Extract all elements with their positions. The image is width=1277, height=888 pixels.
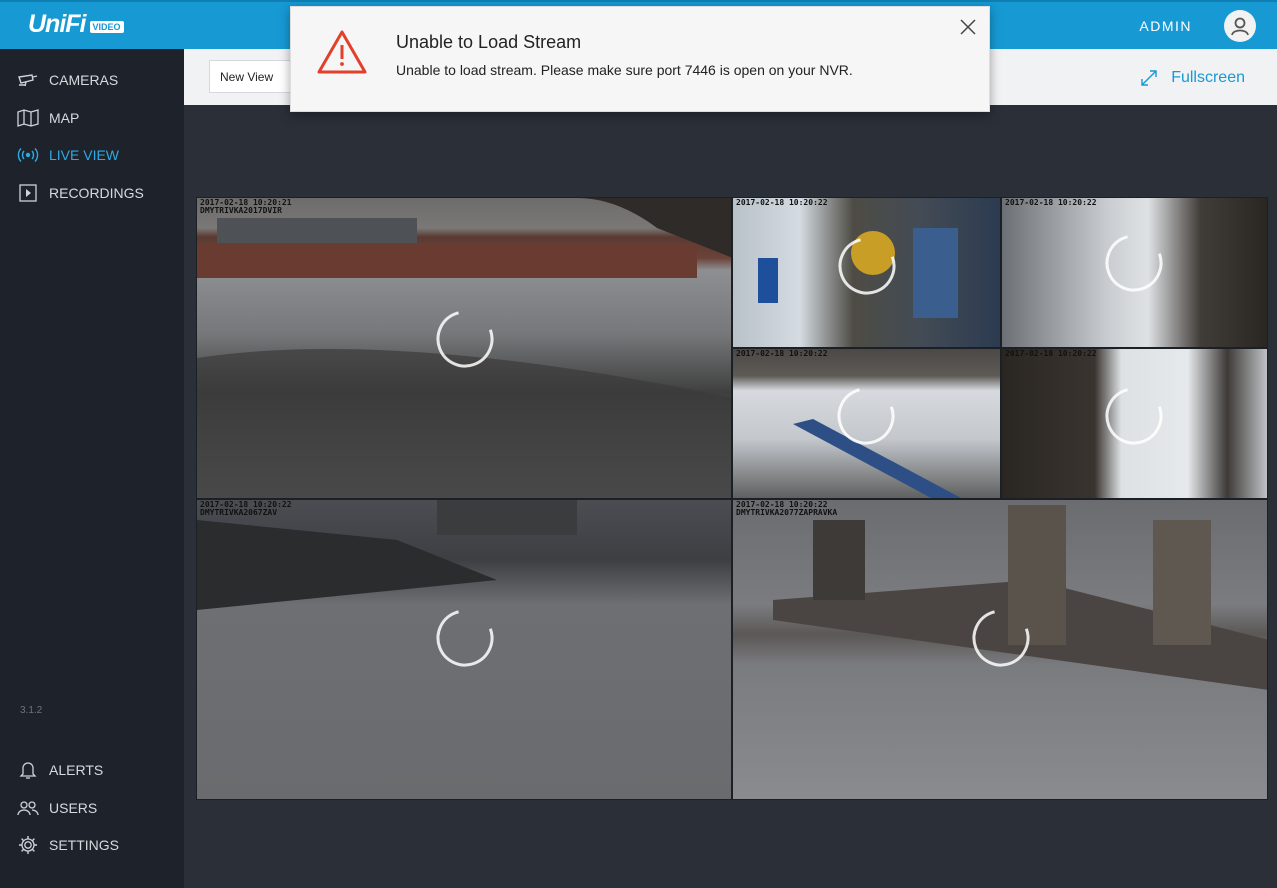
sidebar-item-label: SETTINGS [49, 837, 120, 853]
version-label: 3.1.2 [20, 705, 43, 716]
sidebar-item-label: CAMERAS [49, 72, 119, 88]
sidebar-item-alerts[interactable]: ALERTS [0, 755, 184, 785]
user-icon [1231, 17, 1249, 36]
sidebar-item-label: MAP [49, 110, 80, 126]
sidebar-item-cameras[interactable]: CAMERAS [0, 65, 184, 95]
camera-icon [17, 69, 39, 91]
camera-timestamp: 2017-02-18 10:20:22 DMYTRIVKA2067ZAV [200, 500, 292, 517]
camera-tile[interactable]: 2017-02-18 10:20:22 [1001, 197, 1268, 348]
sidebar-item-recordings[interactable]: RECORDINGS [0, 178, 184, 208]
play-icon [17, 182, 39, 204]
close-icon[interactable] [959, 18, 977, 36]
loading-spinner [971, 608, 1031, 668]
sidebar-item-label: USERS [49, 800, 98, 816]
map-icon [17, 107, 39, 129]
camera-timestamp: 2017-02-18 10:20:22 DMYTRIVKA2077ZAPRAVK… [736, 500, 838, 517]
user-name[interactable]: ADMIN [1139, 18, 1192, 34]
loading-spinner [435, 309, 495, 369]
sidebar-item-label: LIVE VIEW [49, 147, 120, 163]
users-icon [17, 797, 39, 819]
sidebar-item-map[interactable]: MAP [0, 103, 184, 133]
sidebar-item-live-view[interactable]: LIVE VIEW [0, 140, 184, 170]
camera-tile[interactable]: 2017-02-18 10:20:22 [732, 197, 1001, 348]
loading-spinner [1104, 386, 1164, 446]
dialog-message: Unable to load stream. Please make sure … [396, 62, 853, 78]
loading-spinner [837, 236, 897, 296]
warning-icon [317, 30, 367, 74]
camera-tile[interactable]: 2017-02-18 10:20:22 [732, 348, 1001, 499]
logo-badge: VIDEO [89, 20, 124, 33]
logo-text: UniFi [28, 10, 86, 38]
camera-timestamp: 2017-02-18 10:20:22 [736, 349, 828, 358]
camera-timestamp: 2017-02-18 10:20:21 DMYTRIVKA2017DVIR [200, 198, 292, 215]
sidebar-item-label: ALERTS [49, 762, 104, 778]
loading-spinner [435, 608, 495, 668]
camera-tile[interactable]: 2017-02-18 10:20:22 DMYTRIVKA2067ZAV [196, 499, 732, 800]
camera-tile[interactable]: 2017-02-18 10:20:22 [1001, 348, 1268, 499]
fullscreen-button[interactable]: Fullscreen [1139, 68, 1245, 88]
gear-icon [17, 834, 39, 856]
camera-timestamp: 2017-02-18 10:20:22 [1005, 349, 1097, 358]
sidebar: CAMERAS MAP LIVE VIEW RECORDINGS 3.1.2 A… [0, 49, 184, 888]
camera-timestamp: 2017-02-18 10:20:22 [1005, 198, 1097, 207]
fullscreen-label: Fullscreen [1171, 69, 1245, 86]
sidebar-item-users[interactable]: USERS [0, 793, 184, 823]
avatar[interactable] [1224, 10, 1256, 42]
dialog-title: Unable to Load Stream [396, 32, 582, 52]
camera-tile[interactable]: 2017-02-18 10:20:21 DMYTRIVKA2017DVIR [196, 197, 732, 499]
unifi-video-logo[interactable]: UniFi VIDEO [28, 10, 124, 39]
loading-spinner [1104, 233, 1164, 293]
expand-icon [1141, 70, 1157, 86]
live-view-icon [17, 144, 39, 166]
error-dialog: Unable to Load Stream Unable to load str… [290, 6, 990, 112]
camera-timestamp: 2017-02-18 10:20:22 [736, 198, 828, 207]
camera-tile[interactable]: 2017-02-18 10:20:22 DMYTRIVKA2077ZAPRAVK… [732, 499, 1268, 800]
camera-grid: 2017-02-18 10:20:21 DMYTRIVKA2017DVIR 20… [196, 197, 1268, 800]
loading-spinner [836, 386, 896, 446]
sidebar-item-settings[interactable]: SETTINGS [0, 830, 184, 860]
bell-icon [17, 759, 39, 781]
sidebar-item-label: RECORDINGS [49, 185, 144, 201]
